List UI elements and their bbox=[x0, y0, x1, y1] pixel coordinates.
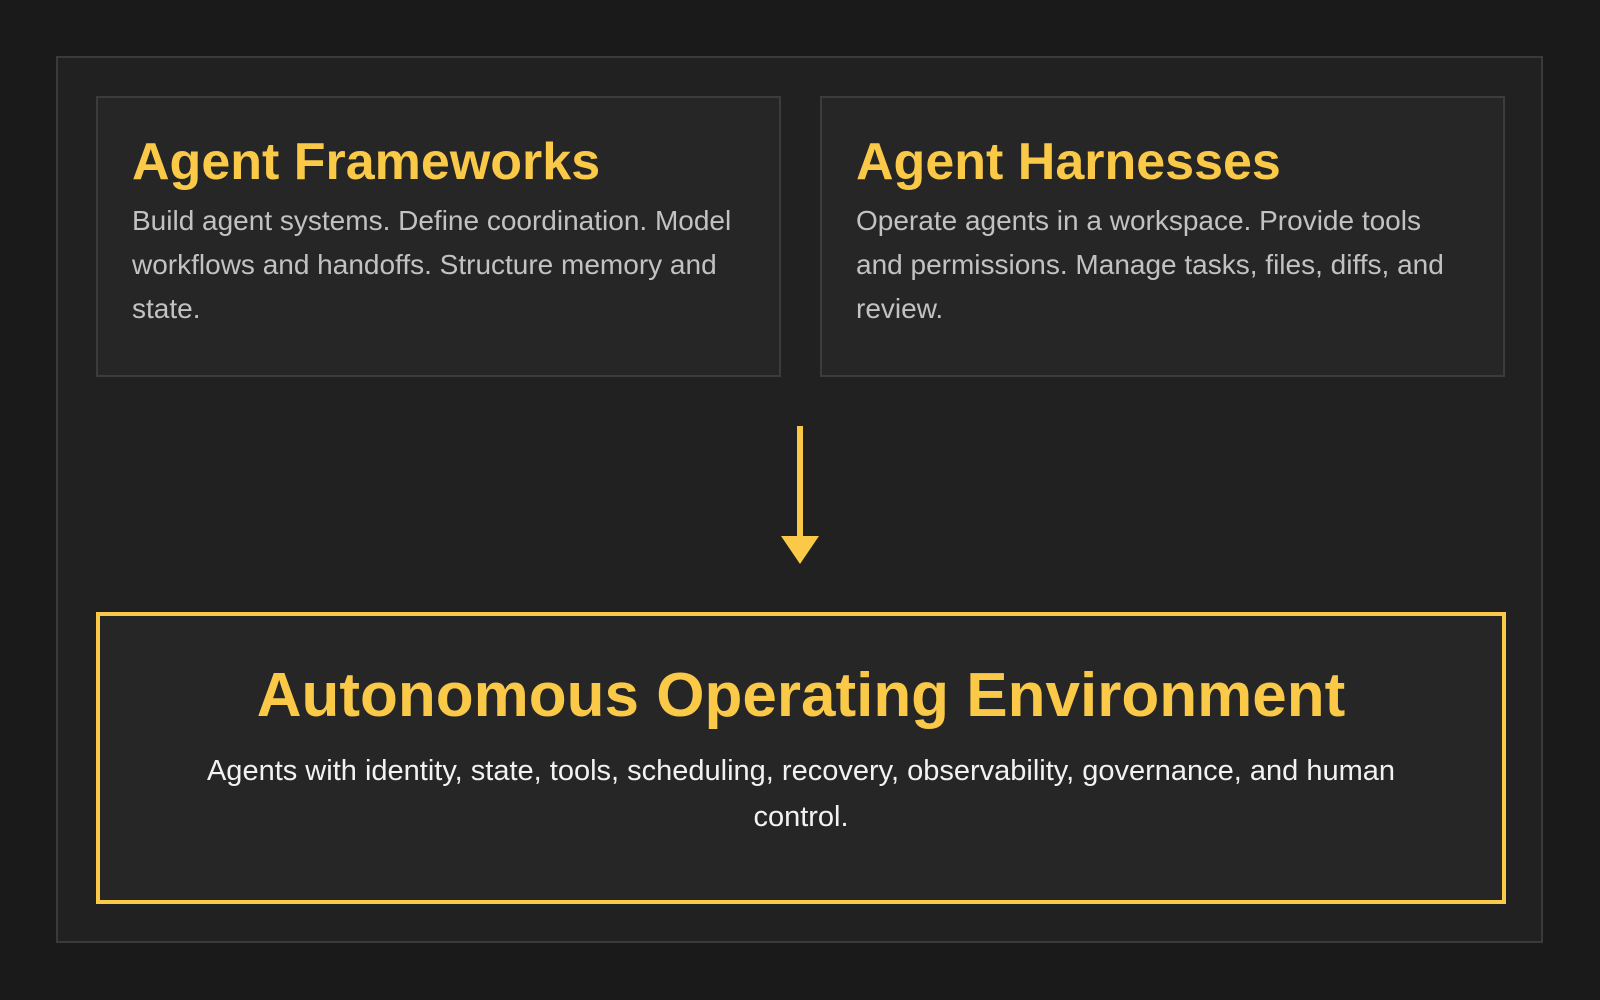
agent-harnesses-description: Operate agents in a workspace. Provide t… bbox=[856, 205, 1444, 324]
arrow-head bbox=[781, 536, 819, 564]
agent-frameworks-card: Agent Frameworks Build agent systems. De… bbox=[96, 96, 781, 377]
agent-harnesses-title: Agent Harnesses bbox=[856, 133, 1281, 191]
autonomous-environment-description: Agents with identity, state, tools, sche… bbox=[206, 755, 1396, 833]
arrow-down-icon bbox=[781, 426, 819, 564]
agent-frameworks-title: Agent Frameworks bbox=[132, 133, 601, 191]
autonomous-environment-title: Autonomous Operating Environment bbox=[256, 661, 1346, 730]
agent-frameworks-description: Build agent systems. Define coordination… bbox=[132, 205, 732, 324]
agent-harnesses-card: Agent Harnesses Operate agents in a work… bbox=[820, 96, 1505, 377]
arrow-shaft bbox=[797, 426, 803, 538]
autonomous-environment-box: Autonomous Operating Environment Agents … bbox=[96, 612, 1506, 904]
